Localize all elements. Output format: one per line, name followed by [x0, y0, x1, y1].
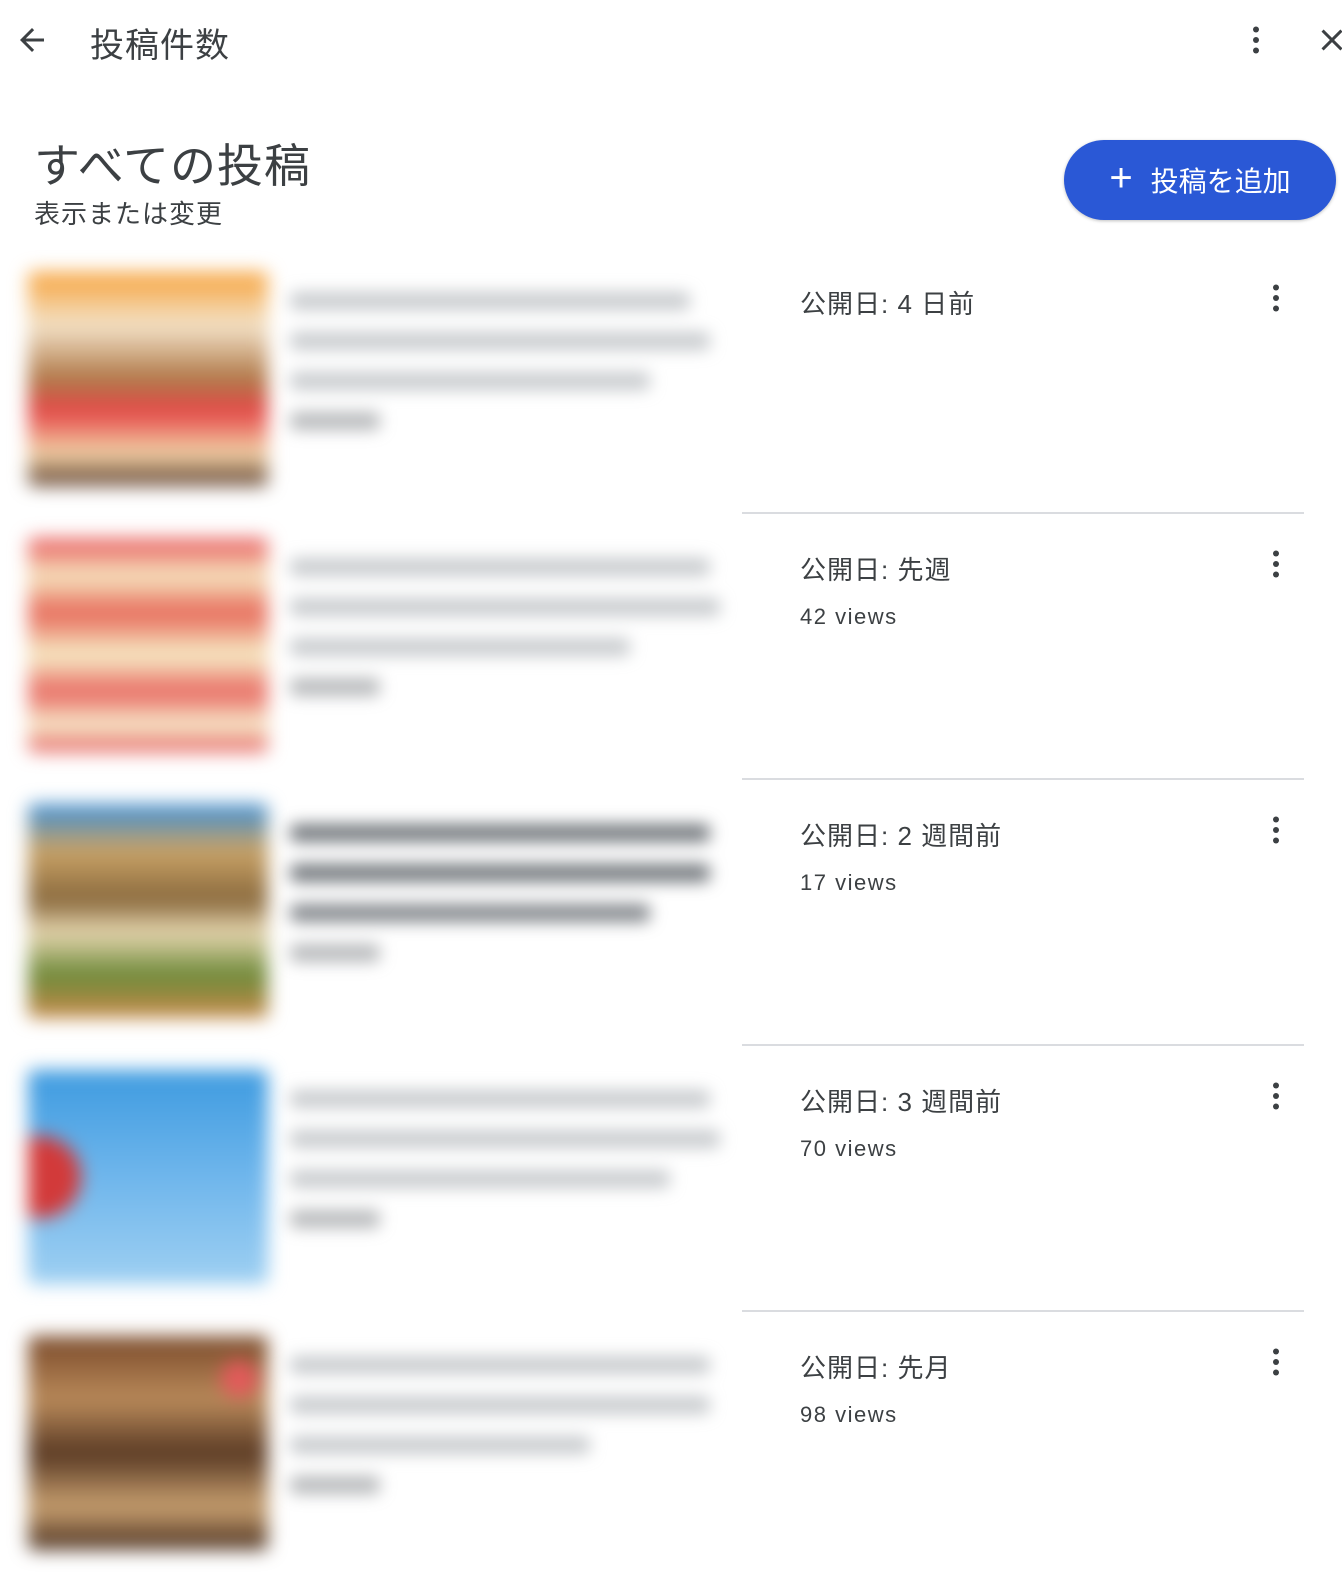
- row-divider: [742, 778, 1304, 780]
- post-published-date: 公開日: 先月: [800, 1353, 952, 1383]
- post-text-blurred: [290, 558, 730, 748]
- top-app-bar: 投稿件数: [0, 0, 1342, 80]
- post-thumbnail[interactable]: [28, 1336, 268, 1550]
- more-vert-icon: [1273, 284, 1279, 312]
- post-views: 42 views: [800, 604, 898, 629]
- page-title: すべての投稿: [34, 140, 311, 192]
- arrow-back-icon: [20, 28, 44, 52]
- post-views: 98 views: [800, 1402, 898, 1427]
- post-item[interactable]: 公開日: 3 週間前 70 views: [0, 1060, 1342, 1326]
- post-item[interactable]: 公開日: 4 日前: [0, 262, 1342, 528]
- more-vert-icon: [1273, 550, 1279, 578]
- more-vert-icon: [1273, 1082, 1279, 1110]
- back-button[interactable]: [10, 18, 54, 62]
- post-more-button[interactable]: [1256, 1074, 1296, 1118]
- post-thumbnail[interactable]: [28, 804, 268, 1018]
- topbar-title: 投稿件数: [90, 27, 230, 65]
- close-button[interactable]: [1314, 18, 1342, 62]
- post-item[interactable]: 公開日: 先月 98 views: [0, 1326, 1342, 1592]
- post-text-blurred: [290, 1356, 730, 1546]
- post-item[interactable]: 公開日: 2 週間前 17 views: [0, 794, 1342, 1060]
- post-more-button[interactable]: [1256, 808, 1296, 852]
- post-thumbnail[interactable]: [28, 538, 268, 752]
- add-post-button[interactable]: + 投稿を追加: [1064, 140, 1336, 220]
- more-vert-icon: [1273, 1348, 1279, 1376]
- row-divider: [742, 1310, 1304, 1312]
- more-options-button[interactable]: [1236, 18, 1276, 62]
- post-published-date: 公開日: 先週: [800, 555, 952, 585]
- post-views: 70 views: [800, 1136, 898, 1161]
- post-item[interactable]: 公開日: 先週 42 views: [0, 528, 1342, 794]
- add-post-label: 投稿を追加: [1150, 166, 1291, 197]
- more-vert-icon: [1273, 816, 1279, 844]
- page-subtitle: 表示または変更: [34, 199, 224, 229]
- post-text-blurred: [290, 292, 730, 482]
- more-vert-icon: [1253, 26, 1259, 54]
- post-thumbnail[interactable]: [28, 1070, 268, 1284]
- row-divider: [742, 512, 1304, 514]
- post-published-date: 公開日: 2 週間前: [800, 821, 1003, 851]
- post-published-date: 公開日: 4 日前: [800, 289, 976, 319]
- post-thumbnail[interactable]: [28, 272, 268, 486]
- post-text-blurred: [290, 824, 730, 1014]
- post-more-button[interactable]: [1256, 276, 1296, 320]
- post-text-blurred: [290, 1090, 730, 1280]
- post-published-date: 公開日: 3 週間前: [800, 1087, 1003, 1117]
- post-more-button[interactable]: [1256, 542, 1296, 586]
- plus-icon: +: [1109, 156, 1133, 200]
- close-icon: [1321, 29, 1342, 51]
- post-views: 17 views: [800, 870, 898, 895]
- post-more-button[interactable]: [1256, 1340, 1296, 1384]
- row-divider: [742, 1044, 1304, 1046]
